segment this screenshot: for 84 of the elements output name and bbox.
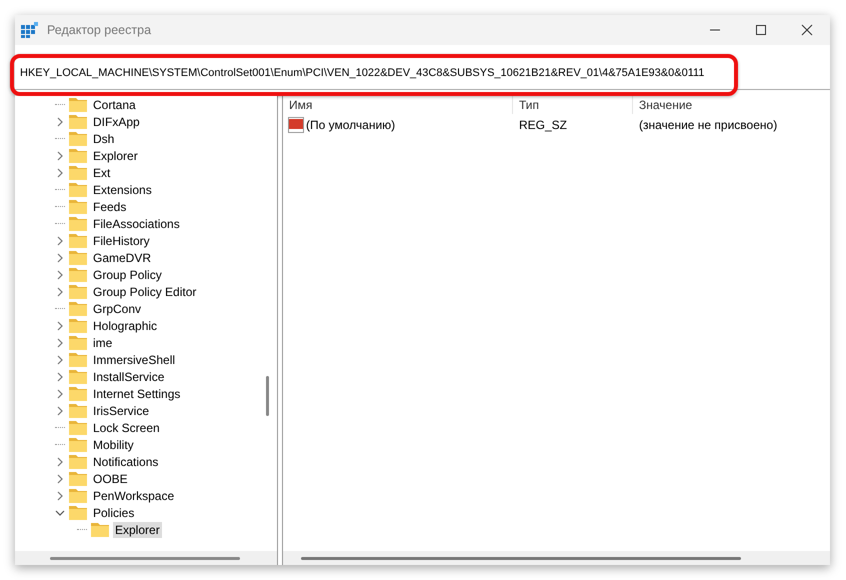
- chevron-right-icon[interactable]: [55, 490, 65, 500]
- folder-icon: [69, 420, 87, 435]
- scrollbar-thumb[interactable]: [301, 557, 741, 560]
- folder-icon: [69, 505, 87, 520]
- chevron-right-icon[interactable]: [55, 236, 65, 246]
- folder-icon: [69, 403, 87, 418]
- scrollbar-thumb[interactable]: [266, 376, 269, 416]
- tree-item[interactable]: ImmersiveShell: [91, 352, 178, 368]
- scrollbar-thumb[interactable]: [50, 557, 240, 560]
- folder-icon: [69, 301, 87, 316]
- folder-icon: [69, 454, 87, 469]
- chevron-down-icon[interactable]: [55, 508, 65, 518]
- folder-icon: [69, 114, 87, 129]
- folder-icon: [69, 250, 87, 265]
- folder-icon: [69, 369, 87, 384]
- chevron-right-icon[interactable]: [55, 270, 65, 280]
- string-value-icon: [288, 117, 304, 133]
- folder-icon: [69, 131, 87, 146]
- tree-item[interactable]: ime: [91, 334, 114, 350]
- folder-icon: [69, 471, 87, 486]
- registry-app-icon: [21, 22, 39, 38]
- chevron-right-icon[interactable]: [55, 168, 65, 178]
- chevron-right-icon[interactable]: [55, 150, 65, 160]
- tree-item[interactable]: Policies: [91, 504, 136, 520]
- chevron-right-icon[interactable]: [55, 372, 65, 382]
- folder-icon: [69, 352, 87, 367]
- value-name[interactable]: (По умолчанию): [306, 118, 396, 132]
- column-header[interactable]: Имя: [283, 96, 513, 114]
- tree-item[interactable]: Cortana: [91, 96, 138, 112]
- tree-item[interactable]: Holographic: [91, 318, 160, 334]
- folder-icon: [69, 216, 87, 231]
- folder-icon: [91, 522, 109, 537]
- maximize-icon: [755, 24, 767, 36]
- tree-item[interactable]: Notifications: [91, 454, 160, 470]
- folder-icon: [69, 199, 87, 214]
- tree-item[interactable]: Explorer: [113, 522, 162, 538]
- folder-icon: [69, 318, 87, 333]
- chevron-right-icon[interactable]: [55, 252, 65, 262]
- chevron-right-icon[interactable]: [55, 338, 65, 348]
- tree-item[interactable]: Extensions: [91, 182, 154, 198]
- tree-item[interactable]: Feeds: [91, 198, 128, 214]
- chevron-right-icon[interactable]: [55, 116, 65, 126]
- folder-icon: [69, 165, 87, 180]
- chevron-right-icon[interactable]: [55, 286, 65, 296]
- folder-icon: [69, 284, 87, 299]
- tree-item[interactable]: FileAssociations: [91, 216, 182, 232]
- tree-item[interactable]: Lock Screen: [91, 420, 162, 436]
- tree-item[interactable]: Group Policy: [91, 266, 164, 282]
- column-header[interactable]: Тип: [513, 96, 633, 114]
- value-type: REG_SZ: [518, 118, 568, 132]
- folder-icon: [69, 335, 87, 350]
- tree-item[interactable]: Ext: [91, 164, 112, 180]
- chevron-right-icon[interactable]: [55, 474, 65, 484]
- tree-item[interactable]: IrisService: [91, 402, 152, 418]
- tree-item[interactable]: DIFxApp: [91, 114, 142, 130]
- tree-item[interactable]: Internet Settings: [91, 386, 182, 402]
- folder-icon: [69, 437, 87, 452]
- chevron-right-icon[interactable]: [55, 406, 65, 416]
- tree-item[interactable]: PenWorkspace: [91, 488, 176, 504]
- tree-item[interactable]: OOBE: [91, 470, 130, 486]
- column-header[interactable]: Значение: [633, 96, 830, 114]
- window-title: Редактор реестра: [47, 23, 152, 37]
- chevron-right-icon[interactable]: [55, 456, 65, 466]
- folder-icon: [69, 148, 87, 163]
- folder-icon: [69, 386, 87, 401]
- tree-item[interactable]: InstallService: [91, 368, 166, 384]
- close-icon: [801, 24, 813, 36]
- folder-icon: [69, 233, 87, 248]
- chevron-right-icon[interactable]: [55, 388, 65, 398]
- tree-item[interactable]: Mobility: [91, 436, 136, 452]
- folder-icon: [69, 97, 87, 112]
- tree-item[interactable]: Group Policy Editor: [91, 284, 198, 300]
- folder-icon: [69, 488, 87, 503]
- value-data: (значение не присвоено): [638, 118, 778, 132]
- tree-item[interactable]: GameDVR: [91, 250, 154, 266]
- folder-icon: [69, 182, 87, 197]
- folder-icon: [69, 267, 87, 282]
- tree-item[interactable]: FileHistory: [91, 232, 152, 248]
- chevron-right-icon[interactable]: [55, 320, 65, 330]
- address-bar[interactable]: HKEY_LOCAL_MACHINE\SYSTEM\ControlSet001\Enum\PCI\VEN_1022&DEV_43C8&SUBSYS_10621B21&REV_01\4&75A1E93&0&0111: [20, 65, 704, 81]
- tree-item[interactable]: Dsh: [91, 130, 116, 146]
- chevron-right-icon[interactable]: [55, 354, 65, 364]
- tree-item[interactable]: GrpConv: [91, 300, 144, 316]
- tree-item[interactable]: Explorer: [91, 148, 140, 164]
